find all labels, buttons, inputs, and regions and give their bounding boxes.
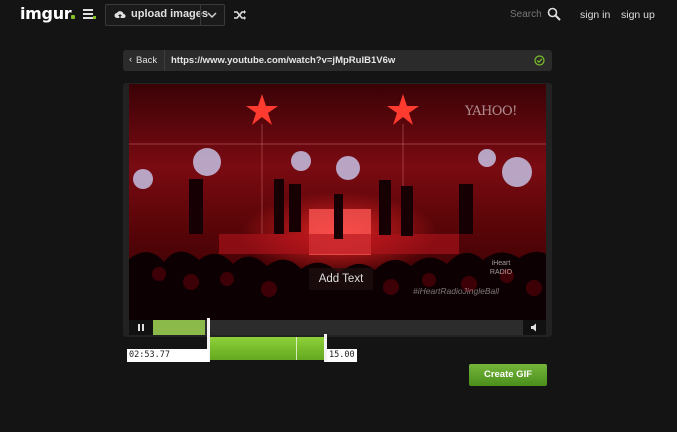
logo-text: imgur: [20, 4, 72, 23]
duration-field[interactable]: 15.00: [327, 349, 357, 362]
trim-selection[interactable]: [210, 337, 325, 360]
yahoo-watermark: YAHOO!: [465, 104, 517, 119]
check-circle-icon: [534, 55, 545, 66]
menu-icon[interactable]: [83, 9, 96, 20]
pause-icon[interactable]: [132, 322, 150, 333]
upload-divider: [200, 5, 201, 25]
back-button[interactable]: ‹ Back: [123, 50, 165, 71]
cloud-upload-icon: [114, 11, 126, 18]
volume-icon[interactable]: [525, 322, 543, 333]
sign-in-link[interactable]: sign in: [580, 9, 610, 21]
hashtag-watermark: #iHeartRadioJingleBall: [413, 286, 499, 296]
create-gif-button[interactable]: Create GIF: [469, 364, 547, 386]
iheart-logo: iHeart RADIO: [489, 260, 513, 276]
video-controls: [129, 320, 546, 335]
upload-label: upload images: [131, 8, 209, 20]
chevron-down-icon[interactable]: [207, 11, 217, 19]
video-player: YAHOO! iHeart RADIO #iHeartRadioJingleBa…: [123, 83, 552, 337]
logo-dot: [71, 15, 76, 19]
sign-up-link[interactable]: sign up: [621, 9, 655, 21]
back-label: Back: [136, 55, 158, 66]
search-icon[interactable]: [547, 7, 561, 21]
video-url-input[interactable]: https://www.youtube.com/watch?v=jMpRuIB1…: [171, 55, 395, 66]
top-nav: imgur upload images Search sign in sign …: [0, 0, 677, 30]
add-text-button[interactable]: Add Text: [309, 268, 373, 290]
search-input[interactable]: Search: [510, 9, 542, 20]
start-time-field[interactable]: 02:53.77: [127, 349, 209, 362]
url-bar: ‹ Back https://www.youtube.com/watch?v=j…: [123, 50, 552, 71]
shuffle-icon[interactable]: [233, 9, 247, 21]
video-frame[interactable]: YAHOO! iHeart RADIO #iHeartRadioJingleBa…: [129, 84, 546, 320]
imgur-logo[interactable]: imgur: [20, 4, 76, 23]
chevron-left-icon: ‹: [129, 54, 133, 65]
upload-images-button[interactable]: upload images: [105, 4, 225, 26]
trim-midpoint-marker: [296, 337, 297, 360]
seek-progress: [153, 320, 205, 335]
